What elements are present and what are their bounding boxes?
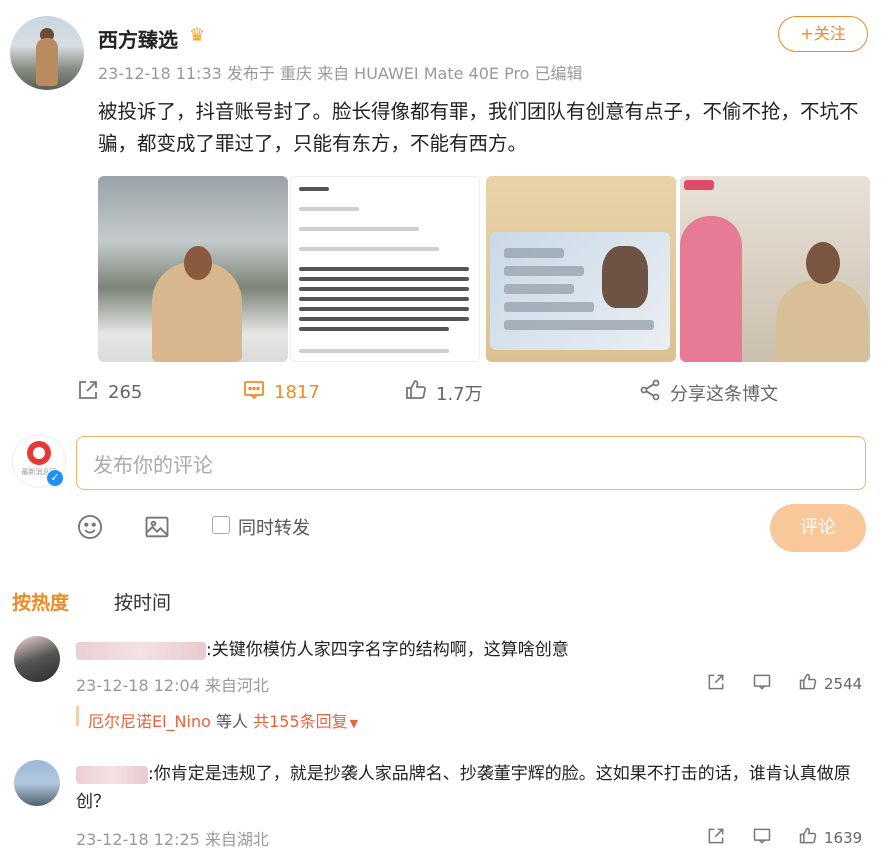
commenter-avatar[interactable] [14, 636, 60, 682]
tab-sort-hot[interactable]: 按热度 [12, 588, 69, 615]
repost-icon [76, 378, 100, 407]
emoji-icon[interactable] [76, 513, 104, 541]
tab-sort-time[interactable]: 按时间 [114, 588, 171, 615]
post-image-4[interactable] [680, 176, 870, 362]
comment-like-button[interactable]: 1639 [798, 826, 862, 850]
comment-like-count: 1639 [824, 829, 863, 847]
repost-checkbox-label[interactable]: 同时转发 [238, 514, 310, 540]
share-icon [638, 378, 662, 407]
repost-action[interactable]: 265 [76, 378, 142, 407]
comments-action[interactable]: 1817 [242, 378, 320, 407]
post-image-3[interactable] [486, 176, 676, 362]
post-image-2[interactable] [290, 176, 480, 362]
comment-like-button[interactable]: 2544 [798, 672, 862, 696]
thumbs-up-icon [404, 378, 428, 407]
comment-text: :你肯定是违规了，就是抄袭人家品牌名、抄袭董宇辉的脸。这如果不打击的话，谁肯认真… [76, 764, 851, 812]
comment-like-count: 2544 [824, 675, 863, 693]
repost-checkbox[interactable] [212, 516, 230, 534]
commenter-name-blurred[interactable] [76, 642, 206, 660]
thumbs-up-icon [798, 672, 818, 696]
post-image-1[interactable] [98, 176, 288, 362]
chevron-down-icon[interactable]: ▼ [350, 717, 358, 730]
comment-meta: 23-12-18 12:25 来自湖北 [76, 830, 269, 849]
comment-repost-button[interactable] [706, 672, 726, 696]
thumbs-up-icon [798, 826, 818, 850]
replies-mid: 等人 [210, 712, 254, 731]
author-avatar[interactable] [10, 16, 84, 90]
verified-icon: ✓ [46, 469, 64, 487]
post-meta: 23-12-18 11:33 发布于 重庆 来自 HUAWEI Mate 40E… [98, 64, 583, 83]
like-count: 1.7万 [436, 383, 483, 405]
like-action[interactable]: 1.7万 [404, 378, 483, 407]
comment-icon [752, 672, 772, 696]
share-label: 分享这条博文 [670, 383, 778, 405]
follow-button[interactable]: +关注 [778, 16, 868, 52]
comment-reply-button[interactable] [752, 826, 772, 850]
commenter-avatar[interactable] [14, 760, 60, 806]
comment-input[interactable]: 发布你的评论 [76, 436, 866, 490]
repost-icon [706, 672, 726, 696]
replies-link[interactable]: 厄尔尼诺El_Nino 等人 共155条回复 ▼ [88, 708, 358, 732]
reply-author[interactable]: 厄尔尼诺El_Nino [88, 712, 211, 731]
repost-count: 265 [108, 382, 143, 403]
share-action[interactable]: 分享这条博文 [638, 378, 778, 407]
comment-meta: 23-12-18 12:04 来自河北 [76, 676, 269, 695]
image-icon[interactable] [143, 513, 171, 541]
author-name[interactable]: 西方臻选 [98, 24, 178, 53]
comment-count: 1817 [274, 382, 320, 403]
comment-icon [242, 378, 266, 407]
comment-icon [752, 826, 772, 850]
replies-bar [76, 706, 79, 726]
comment-reply-button[interactable] [752, 672, 772, 696]
replies-count[interactable]: 共155条回复 [253, 712, 348, 731]
post-content: 被投诉了，抖音账号封了。脸长得像都有罪，我们团队有创意有点子，不偷不抢，不坑不骗… [98, 100, 859, 155]
comment-text: :关键你模仿人家四字名字的结构啊，这算啥创意 [206, 640, 569, 660]
crown-icon: ♛ [189, 25, 206, 46]
repost-icon [706, 826, 726, 850]
comment-repost-button[interactable] [706, 826, 726, 850]
submit-comment-button[interactable]: 评论 [770, 504, 866, 552]
